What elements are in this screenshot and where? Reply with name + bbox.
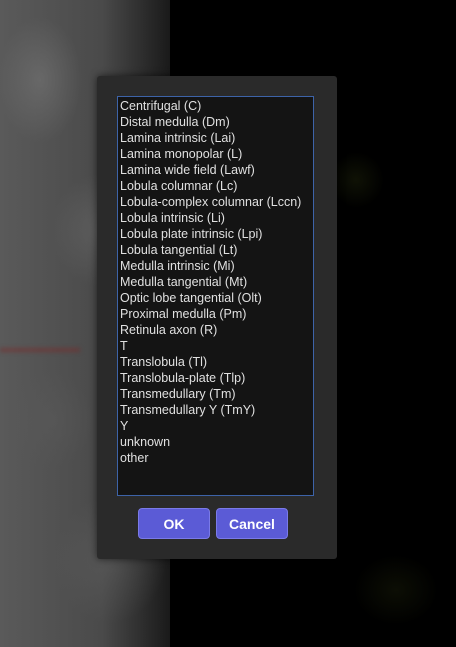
ok-button[interactable]: OK (138, 508, 210, 539)
list-option[interactable]: Translobula (Tl) (120, 354, 311, 370)
list-option[interactable]: Optic lobe tangential (Olt) (120, 290, 311, 306)
list-option[interactable]: Medulla intrinsic (Mi) (120, 258, 311, 274)
list-option[interactable]: T (120, 338, 311, 354)
cell-type-dialog: Centrifugal (C) Distal medulla (Dm) Lami… (97, 76, 337, 559)
background-glow (316, 140, 456, 640)
list-option[interactable]: other (120, 450, 311, 466)
list-option[interactable]: Proximal medulla (Pm) (120, 306, 311, 322)
list-option[interactable]: Lamina intrinsic (Lai) (120, 130, 311, 146)
list-option[interactable]: Lamina monopolar (L) (120, 146, 311, 162)
list-option[interactable]: Lobula intrinsic (Li) (120, 210, 311, 226)
list-option[interactable]: Translobula-plate (Tlp) (120, 370, 311, 386)
list-option[interactable]: Medulla tangential (Mt) (120, 274, 311, 290)
app-background: Centrifugal (C) Distal medulla (Dm) Lami… (0, 0, 456, 647)
list-option[interactable]: Y (120, 418, 311, 434)
list-option[interactable]: Transmedullary (Tm) (120, 386, 311, 402)
list-option[interactable]: Lobula tangential (Lt) (120, 242, 311, 258)
list-option[interactable]: Centrifugal (C) (120, 98, 311, 114)
list-option[interactable]: Lobula-complex columnar (Lccn) (120, 194, 311, 210)
list-option[interactable]: unknown (120, 434, 311, 450)
list-option[interactable]: Retinula axon (R) (120, 322, 311, 338)
list-option[interactable]: Transmedullary Y (TmY) (120, 402, 311, 418)
background-streak (0, 348, 80, 352)
list-option[interactable]: Lobula columnar (Lc) (120, 178, 311, 194)
list-option[interactable]: Lobula plate intrinsic (Lpi) (120, 226, 311, 242)
list-option[interactable]: Lamina wide field (Lawf) (120, 162, 311, 178)
list-option[interactable]: Distal medulla (Dm) (120, 114, 311, 130)
dialog-button-row: OK Cancel (97, 508, 337, 540)
cell-type-listbox[interactable]: Centrifugal (C) Distal medulla (Dm) Lami… (117, 96, 314, 496)
cancel-button[interactable]: Cancel (216, 508, 288, 539)
